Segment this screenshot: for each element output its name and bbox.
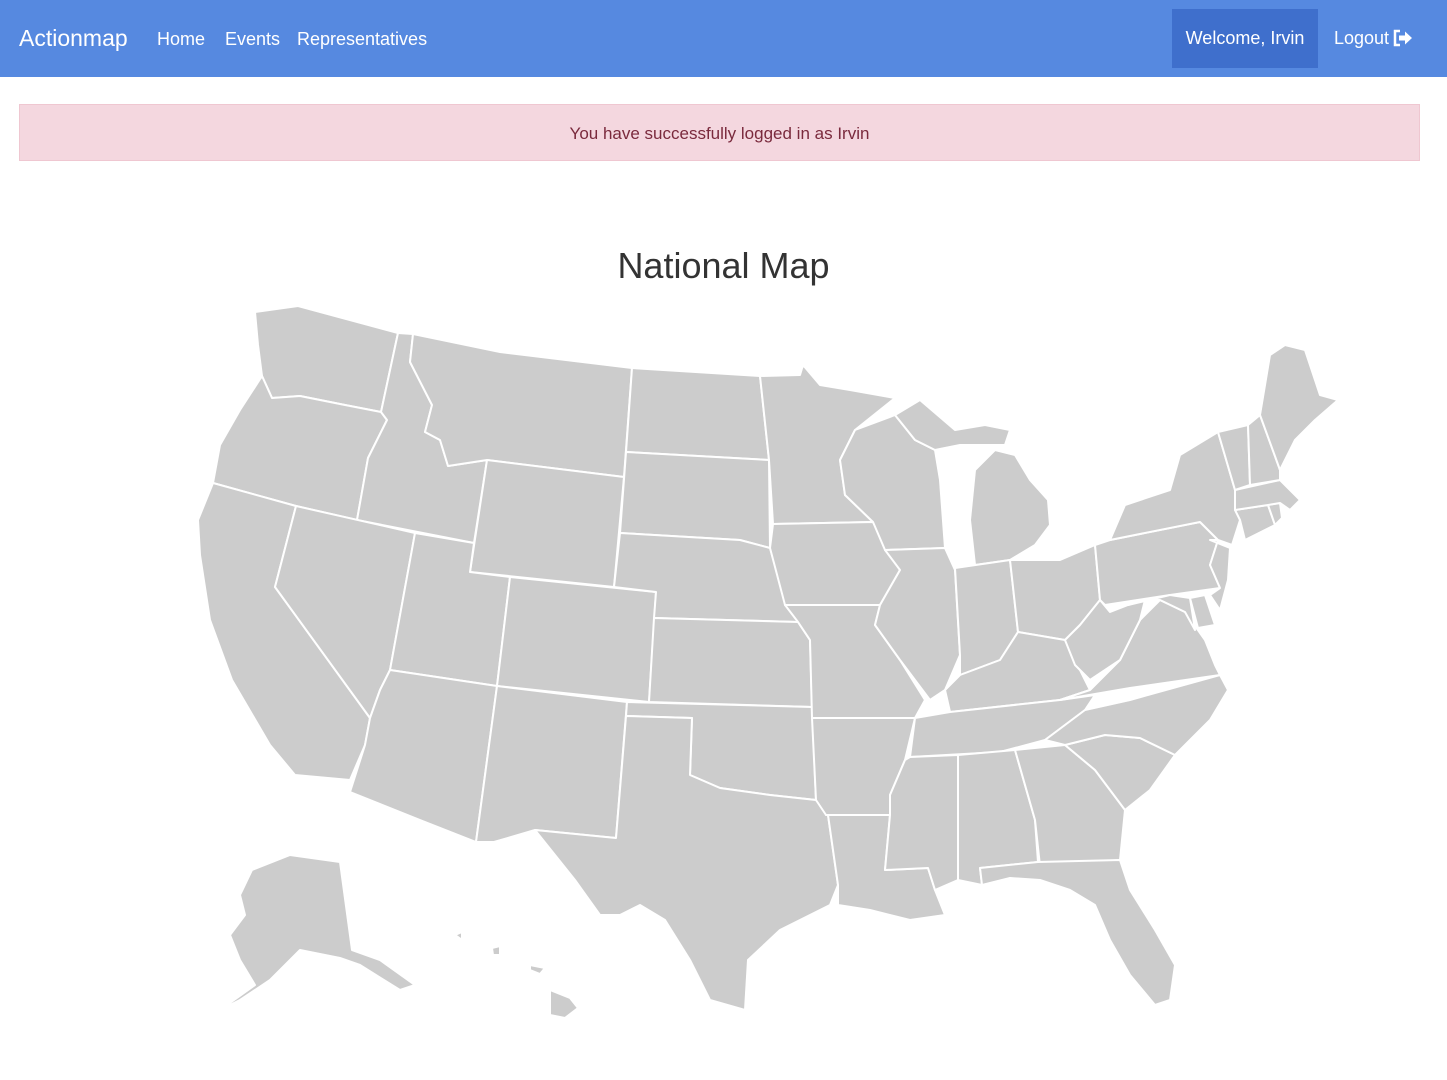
state-AK[interactable]: [219, 854, 416, 1011]
state-NM[interactable]: [475, 685, 628, 843]
state-FL[interactable]: [979, 859, 1176, 1006]
state-WA[interactable]: [254, 305, 399, 413]
state-HI[interactable]: [454, 931, 579, 1019]
state-MI[interactable]: [969, 449, 1051, 566]
state-CO[interactable]: [496, 576, 657, 703]
state-ND[interactable]: [625, 367, 770, 461]
state-KS[interactable]: [648, 617, 813, 708]
state-WY[interactable]: [469, 459, 625, 588]
us-national-map: [197, 305, 1339, 1019]
